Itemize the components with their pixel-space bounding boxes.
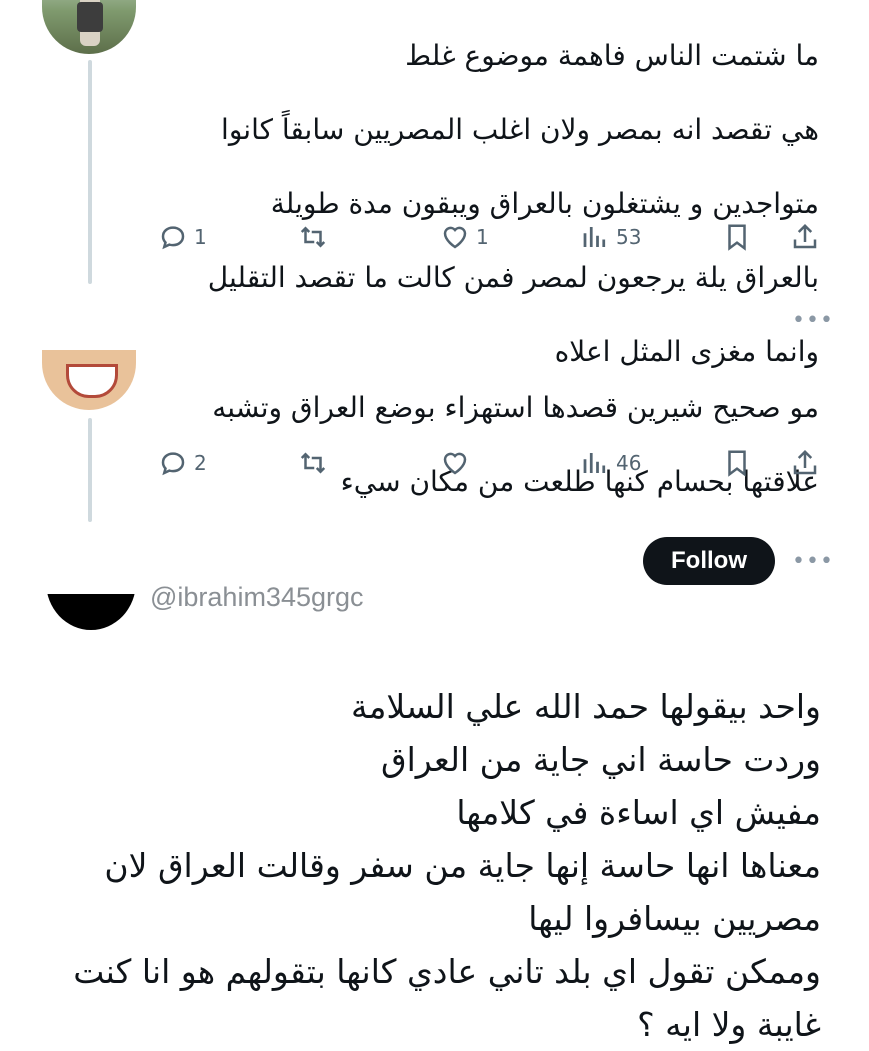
share-button[interactable] [790, 222, 820, 252]
views-button[interactable]: 53 [580, 222, 641, 252]
reply-button[interactable]: 2 [158, 448, 207, 478]
bookmark-icon [728, 224, 746, 251]
like-button[interactable]: 1 [440, 222, 489, 252]
views-icon [583, 453, 606, 473]
reply-button[interactable]: 1 [158, 222, 207, 252]
heart-icon [443, 452, 467, 475]
more-options-button[interactable]: ••• [792, 549, 834, 574]
thread-line [88, 418, 92, 522]
avatar[interactable] [46, 534, 136, 630]
tweet-line: متواجدين و يشتغلون بالعراق ويبقون مدة طو… [270, 187, 819, 220]
tweet-line: بالعراق يلة يرجعون لمصر فمن كالت ما تقصد… [207, 261, 819, 294]
tweet-text: واحد بيقولها حمد الله علي السلامة وردت ح… [21, 680, 821, 1051]
tweet-line: غايبة ولا ايه ؟ [637, 1005, 821, 1044]
bookmark-button[interactable] [722, 448, 752, 478]
tweet-text: ما شتمت الناس فاهمة موضوع غلط هي تقصد ان… [119, 0, 819, 407]
reply-icon [161, 226, 185, 250]
tweet-actions: 2 46 [150, 448, 830, 488]
more-options-button[interactable]: ••• [792, 308, 834, 333]
bookmark-icon [728, 450, 746, 477]
like-button[interactable] [440, 448, 476, 478]
views-count: 46 [616, 451, 642, 475]
tweet-line: مصريين بيسافروا ليها [528, 899, 821, 938]
repost-button[interactable] [298, 448, 334, 478]
views-icon [583, 227, 606, 247]
reply-count: 1 [194, 225, 207, 249]
repost-icon [300, 226, 326, 248]
views-count: 53 [616, 225, 642, 249]
tweet-actions: 1 1 53 [150, 222, 830, 262]
bookmark-button[interactable] [722, 222, 752, 252]
tweet-text: مو صحيح شيرين قصدها استهزاء بوضع العراق … [119, 352, 819, 537]
tweet-line: مفيش اي اساءة في كلامها [456, 793, 821, 832]
heart-icon [443, 226, 467, 249]
tweet-line: معناها انها حاسة إنها جاية من سفر وقالت … [104, 846, 821, 885]
reply-icon [161, 452, 185, 476]
repost-icon [300, 452, 326, 474]
repost-button[interactable] [298, 222, 334, 252]
tweet-line: مو صحيح شيرين قصدها استهزاء بوضع العراق … [212, 391, 819, 424]
tweet-line: وممكن تقول اي بلد تاني عادي كانها بتقوله… [73, 952, 821, 991]
tweet-line: هي تقصد انه بمصر ولان اغلب المصريين سابق… [221, 113, 819, 146]
share-button[interactable] [790, 448, 820, 478]
user-handle[interactable]: @ibrahim345grgc [150, 582, 364, 613]
follow-button[interactable]: Follow [643, 537, 775, 585]
like-count: 1 [476, 225, 489, 249]
tweet-line: واحد بيقولها حمد الله علي السلامة [351, 687, 821, 726]
share-icon [793, 223, 817, 249]
share-icon [793, 449, 817, 475]
tweet-line: ما شتمت الناس فاهمة موضوع غلط [405, 39, 819, 72]
views-button[interactable]: 46 [580, 448, 641, 478]
tweet-line: وردت حاسة اني جاية من العراق [381, 740, 821, 779]
thread-line [88, 60, 92, 284]
reply-count: 2 [194, 451, 207, 475]
